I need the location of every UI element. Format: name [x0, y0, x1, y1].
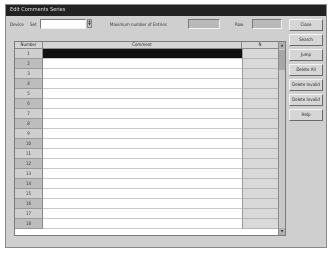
column-header-n[interactable]: N	[242, 42, 279, 49]
n-cell[interactable]	[242, 129, 279, 139]
row-header[interactable]: 6	[15, 99, 43, 109]
row-field	[252, 19, 282, 29]
comment-cell[interactable]	[43, 139, 242, 149]
n-cell[interactable]	[242, 209, 279, 219]
row-header[interactable]: 7	[15, 109, 43, 119]
window-title: Edit Comments Series	[10, 7, 66, 13]
n-cell[interactable]	[242, 49, 279, 59]
delete-invalid-button[interactable]: Delete Invalid	[289, 79, 323, 91]
set-input[interactable]	[40, 19, 86, 29]
search-button[interactable]: Search	[289, 34, 323, 46]
row-header[interactable]: 3	[15, 69, 43, 79]
row-header[interactable]: 16	[15, 199, 43, 209]
n-cell[interactable]	[242, 109, 279, 119]
row-header[interactable]: 1	[15, 49, 43, 59]
row-header[interactable]: 13	[15, 169, 43, 179]
set-label: Set	[30, 22, 37, 27]
column-header-comment[interactable]: Comment	[43, 42, 242, 49]
comment-cell[interactable]	[43, 79, 242, 89]
vertical-scrollbar[interactable]: ▲ ▼	[278, 42, 285, 235]
n-cell[interactable]	[242, 159, 279, 169]
n-cell[interactable]	[242, 69, 279, 79]
n-cell[interactable]	[242, 99, 279, 109]
row-header[interactable]: 9	[15, 129, 43, 139]
row-header[interactable]: 14	[15, 179, 43, 189]
scrollbar-thumb[interactable]	[279, 50, 285, 70]
comment-cell[interactable]	[43, 159, 242, 169]
n-cell[interactable]	[242, 179, 279, 189]
title-bar[interactable]: Edit Comments Series	[6, 5, 326, 16]
close-button[interactable]: Close	[289, 19, 323, 31]
n-cell[interactable]	[242, 199, 279, 209]
comment-cell[interactable]	[43, 89, 242, 99]
comment-cell[interactable]	[43, 179, 242, 189]
max-entries-label: Maximum number of Entries	[110, 22, 167, 27]
help-button[interactable]: Help	[289, 109, 323, 121]
comment-cell[interactable]	[43, 99, 242, 109]
comment-cell[interactable]	[43, 129, 242, 139]
comments-table[interactable]: Number Comment N 1 2 3 4 5 6 7 8 9 10 11 12 13 14 15 16…	[14, 41, 286, 236]
edit-comments-window: Edit Comments Series Device Set ▲ ▼ Maxi…	[5, 4, 327, 248]
comment-cell[interactable]	[43, 59, 242, 69]
row-header[interactable]: 18	[15, 219, 43, 229]
scroll-up-icon[interactable]: ▲	[279, 42, 285, 49]
row-label: Row	[235, 22, 244, 27]
row-header[interactable]: 5	[15, 89, 43, 99]
column-header-number[interactable]: Number	[15, 42, 43, 49]
n-cell[interactable]	[242, 219, 279, 229]
max-entries-field	[188, 19, 220, 29]
comment-cell[interactable]	[43, 69, 242, 79]
n-cell[interactable]	[242, 189, 279, 199]
n-cell[interactable]	[242, 89, 279, 99]
n-cell[interactable]	[242, 139, 279, 149]
comment-cell[interactable]	[43, 149, 242, 159]
jump-button[interactable]: Jump	[289, 49, 323, 61]
row-header[interactable]: 8	[15, 119, 43, 129]
comment-cell[interactable]	[43, 109, 242, 119]
n-cell[interactable]	[242, 59, 279, 69]
delete-invalid-button-2[interactable]: Delete Invalid	[289, 94, 323, 106]
comment-cell[interactable]	[43, 49, 242, 59]
n-cell[interactable]	[242, 79, 279, 89]
scroll-down-icon[interactable]: ▼	[279, 228, 285, 235]
comment-cell[interactable]	[43, 219, 242, 229]
set-spinner[interactable]: ▲ ▼	[87, 19, 92, 28]
row-header[interactable]: 10	[15, 139, 43, 149]
row-header[interactable]: 11	[15, 149, 43, 159]
row-header[interactable]: 4	[15, 79, 43, 89]
n-cell[interactable]	[242, 119, 279, 129]
device-label: Device	[10, 22, 24, 27]
comment-cell[interactable]	[43, 189, 242, 199]
row-header[interactable]: 2	[15, 59, 43, 69]
row-header[interactable]: 17	[15, 209, 43, 219]
n-cell[interactable]	[242, 169, 279, 179]
comment-cell[interactable]	[43, 169, 242, 179]
comment-cell[interactable]	[43, 119, 242, 129]
comment-cell[interactable]	[43, 209, 242, 219]
row-header[interactable]: 12	[15, 159, 43, 169]
n-cell[interactable]	[242, 149, 279, 159]
row-header[interactable]: 15	[15, 189, 43, 199]
comment-cell[interactable]	[43, 199, 242, 209]
delete-all-button[interactable]: Delete All	[289, 64, 323, 76]
spin-down-icon[interactable]: ▼	[88, 23, 91, 26]
